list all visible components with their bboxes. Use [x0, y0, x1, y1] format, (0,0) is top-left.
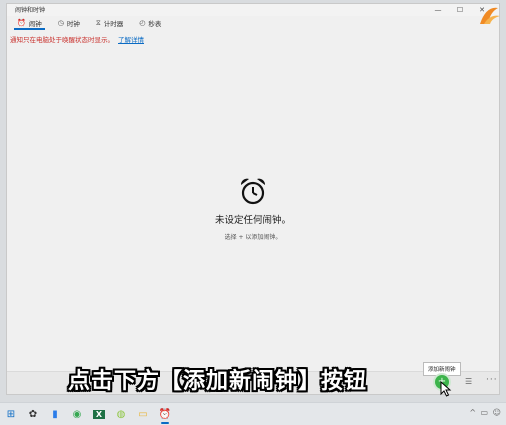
taskbar-app-green[interactable]: ◉: [66, 403, 88, 425]
tab-timer[interactable]: ⧖ 计时器: [88, 16, 131, 30]
add-alarm-tooltip: 添加新闹钟: [423, 362, 461, 376]
tab-alarm[interactable]: ⏰ 闹钟: [9, 16, 50, 30]
taskbar-app-blue[interactable]: ▮: [44, 403, 66, 425]
tab-label: 时钟: [66, 20, 80, 28]
window-title: 闹钟和时钟: [15, 7, 46, 14]
brand-logo-icon: [480, 7, 500, 24]
empty-title: 未设定任何闹钟。: [214, 215, 291, 226]
windows-icon: ⊞: [6, 408, 16, 420]
notice-text: 通知只在电脑处于唤醒状态时显示。: [10, 36, 114, 44]
alarm-clock-icon: [240, 178, 266, 205]
tab-label: 计时器: [103, 20, 124, 28]
empty-subtitle: 选择 + 以添加闹钟。: [224, 234, 282, 241]
tab-stopwatch[interactable]: ◴ 秒表: [131, 16, 169, 30]
lime-app-icon: ◍: [116, 408, 126, 420]
timer-icon: ⧖: [95, 18, 101, 27]
tab-clock[interactable]: ◷ 时钟: [50, 16, 88, 30]
alarms-app-icon: ⏰: [158, 408, 172, 420]
blue-app-icon: ▮: [52, 408, 58, 420]
clock-icon: ◷: [57, 19, 64, 27]
green-app-icon: ◉: [72, 408, 82, 420]
alarm-icon: ⏰: [17, 19, 26, 27]
alarms-window: 闹钟和时钟 — ☐ ✕ ⏰ 闹钟 ◷ 时钟 ⧖ 计时器 ◴ 秒表 通知只在电脑处…: [6, 3, 500, 395]
tutorial-caption: 点击下方【添加新闹钟】按钮: [68, 369, 368, 394]
tab-label: 闹钟: [28, 20, 42, 28]
maximize-button[interactable]: ☐: [449, 4, 471, 16]
start-button[interactable]: ⊞: [0, 403, 22, 425]
flower-app-icon: ✿: [28, 408, 38, 420]
taskbar-explorer[interactable]: ▭: [132, 403, 154, 425]
excel-icon: X: [92, 409, 106, 419]
running-indicator: [161, 422, 169, 424]
taskbar-app-flower[interactable]: ✿: [22, 403, 44, 425]
empty-state: 未设定任何闹钟。 选择 + 以添加闹钟。: [7, 176, 499, 241]
select-alarms-button[interactable]: ☰: [465, 377, 472, 386]
minimize-button[interactable]: —: [427, 4, 449, 16]
stopwatch-icon: ◴: [139, 19, 146, 27]
title-bar: 闹钟和时钟 — ☐ ✕: [7, 4, 499, 16]
tab-bar: ⏰ 闹钟 ◷ 时钟 ⧖ 计时器 ◴ 秒表: [7, 16, 499, 30]
system-tray[interactable]: ^ ▭ ☺: [469, 408, 502, 417]
taskbar-alarms[interactable]: ⏰: [154, 403, 176, 425]
notification-notice: 通知只在电脑处于唤醒状态时显示。 了解详情: [10, 34, 499, 44]
taskbar-app-lime[interactable]: ◍: [110, 403, 132, 425]
mouse-cursor-icon: [440, 381, 452, 397]
folder-icon: ▭: [138, 408, 148, 420]
learn-more-link[interactable]: 了解详情: [118, 34, 144, 44]
taskbar-excel[interactable]: X: [88, 403, 110, 425]
taskbar: ⊞ ✿ ▮ ◉ X ◍ ▭ ⏰ ^ ▭ ☺: [0, 402, 506, 425]
more-options-button[interactable]: ···: [486, 375, 498, 385]
tab-label: 秒表: [148, 20, 162, 28]
